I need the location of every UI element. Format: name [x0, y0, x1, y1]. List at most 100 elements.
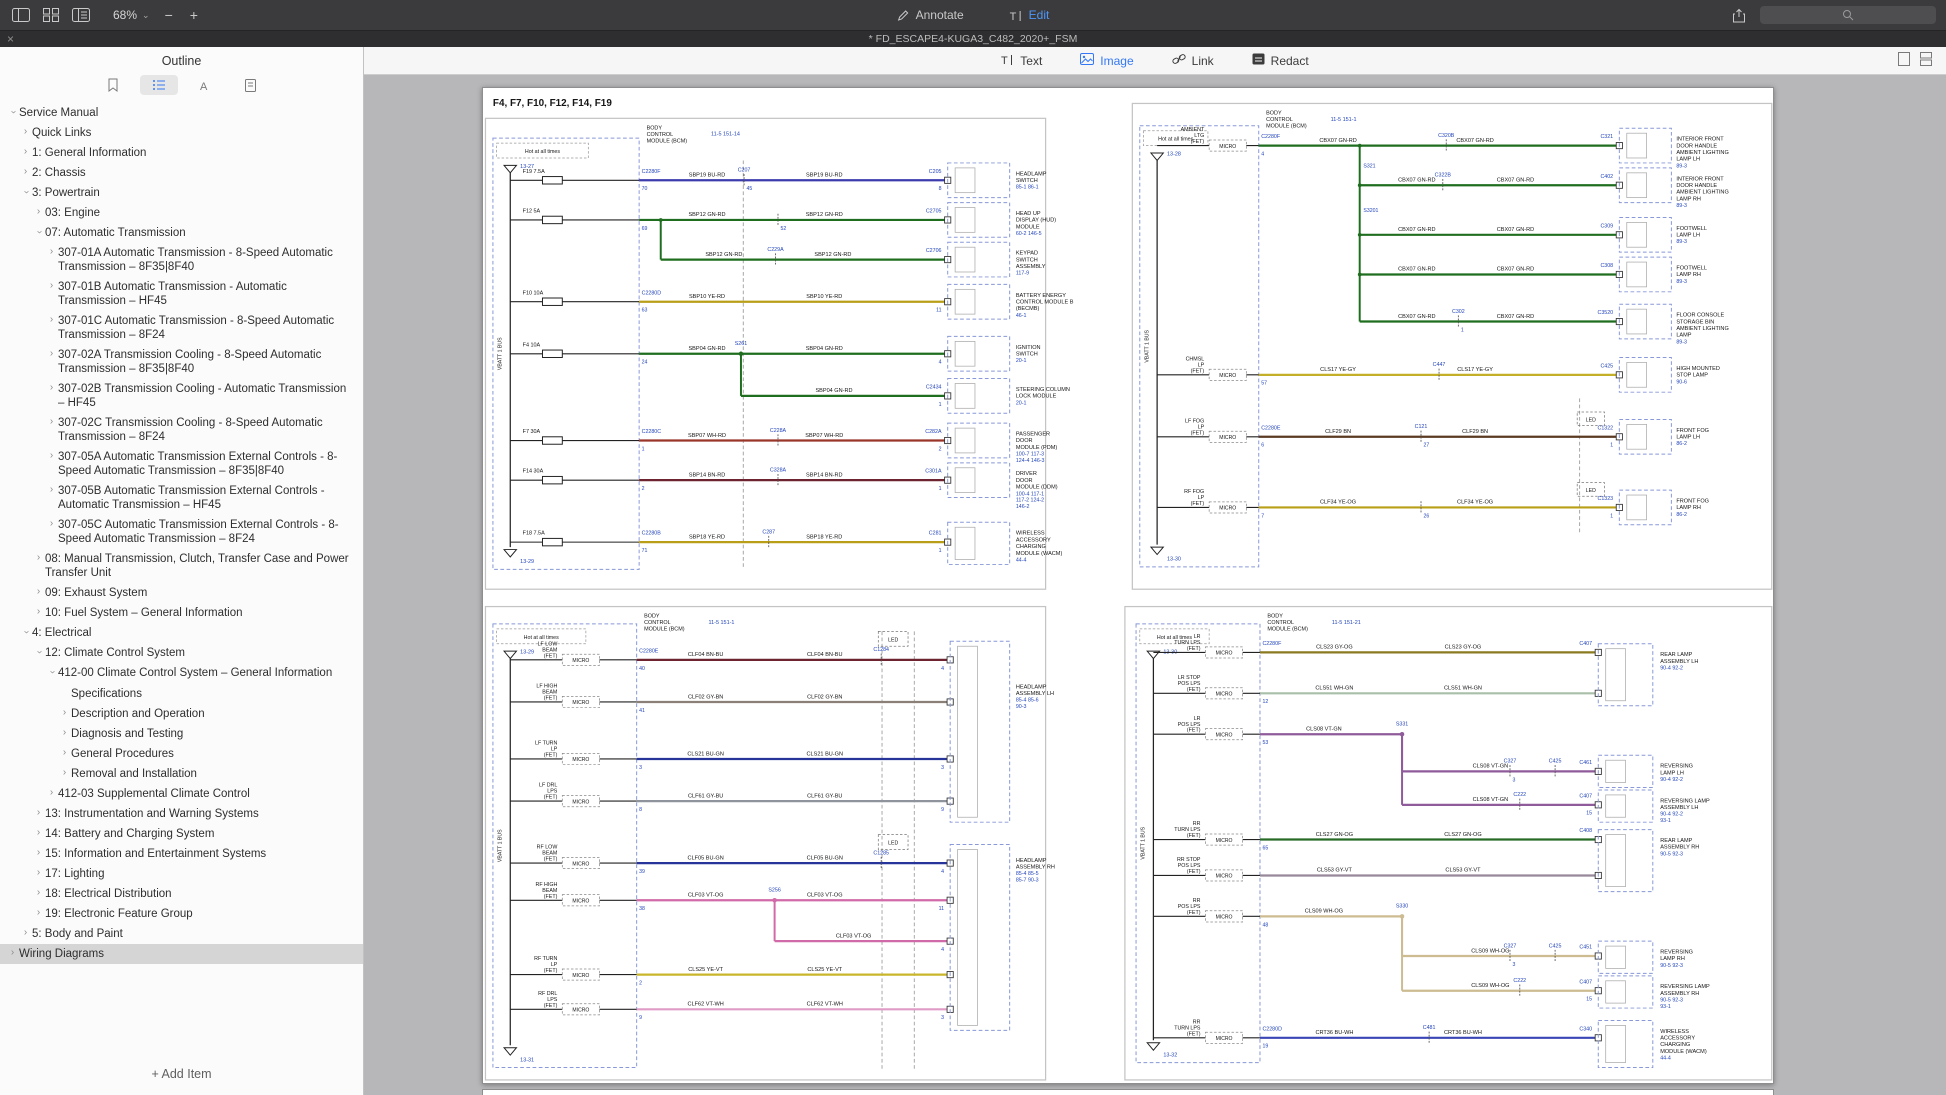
outline-item[interactable]: ›307-02C Transmission Cooling - 8-Speed … — [0, 413, 363, 447]
zoom-in-button[interactable]: + — [188, 7, 200, 23]
outline-item[interactable]: ›307-05B Automatic Transmission External… — [0, 481, 363, 515]
outline-item[interactable]: ›Wiring Diagrams — [0, 944, 363, 964]
outline-item[interactable]: ›307-05A Automatic Transmission External… — [0, 447, 363, 481]
chevron-right-icon[interactable]: › — [45, 484, 58, 512]
outline-item[interactable]: ›General Procedures — [0, 744, 363, 764]
chevron-down-icon[interactable]: › — [6, 106, 19, 120]
outline-item[interactable]: ›307-02A Transmission Cooling - 8-Speed … — [0, 345, 363, 379]
chevron-right-icon[interactable]: › — [32, 586, 45, 600]
tab-bookmarks-icon[interactable] — [94, 75, 132, 95]
chevron-right-icon[interactable]: › — [19, 927, 32, 941]
pdf-viewport[interactable]: F4, F7, F10, F12, F14, F19Hot at all tim… — [364, 75, 1946, 1095]
chevron-right-icon[interactable]: › — [32, 206, 45, 220]
chevron-right-icon[interactable]: › — [32, 907, 45, 921]
outline-item[interactable]: ›412-00 Climate Control System – General… — [0, 663, 363, 683]
chevron-right-icon[interactable]: › — [32, 867, 45, 881]
outline-item[interactable]: ›1: General Information — [0, 143, 363, 163]
image-tool-button[interactable]: Image — [1080, 53, 1133, 68]
outline-item[interactable]: ›Service Manual — [0, 103, 363, 123]
chevron-right-icon[interactable]: › — [45, 348, 58, 376]
text-tool-icon: T — [1001, 53, 1014, 69]
chevron-right-icon[interactable]: › — [32, 827, 45, 841]
chevron-right-icon[interactable]: › — [32, 887, 45, 901]
chevron-right-icon[interactable]: › — [45, 416, 58, 444]
outline-item[interactable]: ›Diagnosis and Testing — [0, 724, 363, 744]
outline-item[interactable]: ›2: Chassis — [0, 163, 363, 183]
continuous-scroll-icon[interactable] — [1920, 52, 1932, 69]
pdf-page-next[interactable] — [482, 1089, 1774, 1095]
chevron-right-icon[interactable]: › — [32, 552, 45, 580]
chevron-down-icon[interactable]: › — [19, 186, 32, 200]
outline-item[interactable]: ›3: Powertrain — [0, 183, 363, 203]
outline-item[interactable]: ›Removal and Installation — [0, 764, 363, 784]
outline-item[interactable]: ›09: Exhaust System — [0, 583, 363, 603]
add-item-button[interactable]: + Add Item — [0, 1057, 363, 1095]
outline-item[interactable]: ›5: Body and Paint — [0, 924, 363, 944]
zoom-out-button[interactable]: − — [163, 7, 175, 23]
outline-item[interactable]: ›412-03 Supplemental Climate Control — [0, 784, 363, 804]
share-icon[interactable] — [1732, 8, 1746, 23]
chevron-right-icon[interactable]: › — [32, 847, 45, 861]
outline-item[interactable]: ›18: Electrical Distribution — [0, 884, 363, 904]
chevron-right-icon[interactable]: › — [45, 280, 58, 308]
edit-toolbar: T Text Image Link Redact — [364, 47, 1946, 75]
outline-item[interactable]: ›14: Battery and Charging System — [0, 824, 363, 844]
outline-item[interactable]: ›08: Manual Transmission, Clutch, Transf… — [0, 549, 363, 583]
pdf-page[interactable]: F4, F7, F10, F12, F14, F19Hot at all tim… — [482, 87, 1774, 1084]
chevron-down-icon[interactable]: › — [19, 626, 32, 640]
single-page-view-icon[interactable] — [1898, 52, 1910, 69]
chevron-right-icon[interactable]: › — [45, 450, 58, 478]
outline-item[interactable]: ›15: Information and Entertainment Syste… — [0, 844, 363, 864]
chevron-right-icon[interactable]: › — [58, 707, 71, 721]
outline-item[interactable]: ›307-01A Automatic Transmission - 8-Spee… — [0, 243, 363, 277]
chevron-down-icon[interactable]: › — [45, 666, 58, 680]
outline-item[interactable]: ›307-05C Automatic Transmission External… — [0, 515, 363, 549]
outline-item[interactable]: Specifications — [0, 684, 363, 704]
tab-outline-icon[interactable] — [140, 75, 178, 95]
chevron-right-icon[interactable]: › — [58, 767, 71, 781]
chevron-right-icon[interactable]: › — [45, 382, 58, 410]
svg-text:20-1: 20-1 — [1016, 400, 1027, 406]
chevron-down-icon[interactable]: › — [32, 226, 45, 240]
outline-item[interactable]: ›13: Instrumentation and Warning Systems — [0, 804, 363, 824]
annotate-button[interactable]: Annotate — [897, 8, 964, 22]
chevron-right-icon[interactable]: › — [19, 166, 32, 180]
chevron-right-icon[interactable]: › — [58, 727, 71, 741]
chevron-right-icon[interactable]: › — [32, 606, 45, 620]
redact-tool-button[interactable]: Redact — [1252, 53, 1309, 68]
outline-item[interactable]: ›Description and Operation — [0, 704, 363, 724]
chevron-right-icon[interactable]: › — [45, 518, 58, 546]
outline-item[interactable]: ›307-01C Automatic Transmission - 8-Spee… — [0, 311, 363, 345]
outline-item[interactable]: ›17: Lighting — [0, 864, 363, 884]
outline-item[interactable]: ›03: Engine — [0, 203, 363, 223]
sidebar-toggle-icon[interactable] — [12, 8, 30, 22]
tab-thumbnails-icon[interactable] — [232, 75, 270, 95]
thumbnails-grid-icon[interactable] — [43, 8, 59, 22]
chevron-right-icon[interactable]: › — [6, 947, 19, 961]
outline-item[interactable]: ›Quick Links — [0, 123, 363, 143]
edit-button[interactable]: T Edit — [1010, 8, 1050, 22]
chevron-right-icon[interactable]: › — [45, 787, 58, 801]
link-tool-button[interactable]: Link — [1172, 53, 1214, 68]
close-icon[interactable]: × — [7, 33, 14, 45]
chevron-right-icon[interactable]: › — [45, 246, 58, 274]
zoom-dropdown[interactable]: 68% ⌄ — [113, 8, 150, 22]
split-view-icon[interactable] — [72, 8, 90, 22]
search-input[interactable] — [1760, 6, 1936, 24]
outline-item[interactable]: ›19: Electronic Feature Group — [0, 904, 363, 924]
chevron-right-icon[interactable]: › — [19, 146, 32, 160]
chevron-down-icon[interactable]: › — [32, 646, 45, 660]
chevron-right-icon[interactable]: › — [45, 314, 58, 342]
outline-item[interactable]: ›307-01B Automatic Transmission - Automa… — [0, 277, 363, 311]
outline-item[interactable]: ›4: Electrical — [0, 623, 363, 643]
chevron-right-icon[interactable]: › — [32, 807, 45, 821]
outline-item[interactable]: ›12: Climate Control System — [0, 643, 363, 663]
tab-annotations-icon[interactable]: A — [186, 75, 224, 95]
svg-text:REVERSING: REVERSING — [1660, 950, 1693, 956]
outline-item[interactable]: ›307-02B Transmission Cooling - Automati… — [0, 379, 363, 413]
outline-item[interactable]: ›07: Automatic Transmission — [0, 223, 363, 243]
outline-item[interactable]: ›10: Fuel System – General Information — [0, 603, 363, 623]
text-tool-button[interactable]: T Text — [1001, 53, 1042, 69]
chevron-right-icon[interactable]: › — [58, 747, 71, 761]
chevron-right-icon[interactable]: › — [19, 126, 32, 140]
